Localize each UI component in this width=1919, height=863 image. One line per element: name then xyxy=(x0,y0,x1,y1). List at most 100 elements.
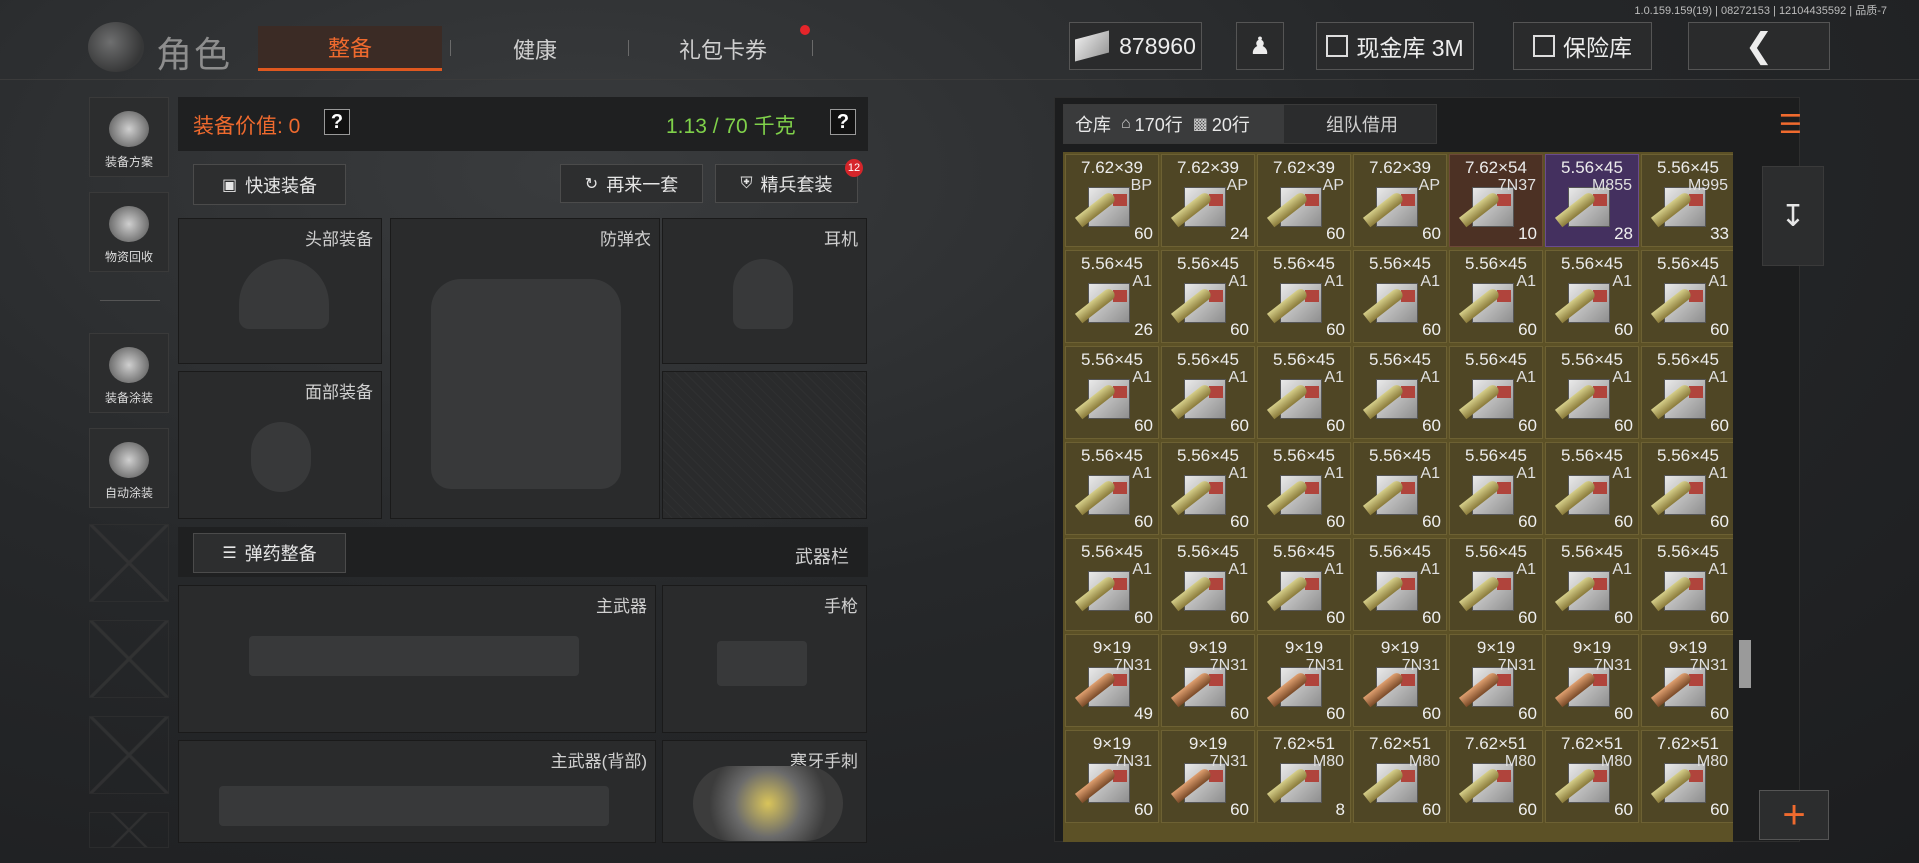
inventory-item[interactable]: 5.56×45 A1 60 xyxy=(1449,250,1543,343)
inventory-item[interactable]: 9×19 7N31 60 xyxy=(1257,634,1351,727)
primary-weapon-slot[interactable]: 主武器 xyxy=(178,585,656,733)
armor-slot[interactable]: 防弹衣 xyxy=(390,218,660,519)
melee-slot[interactable]: 寒牙手刺 xyxy=(662,740,867,843)
ammo-type: A1 xyxy=(1516,369,1536,386)
inventory-item[interactable]: 5.56×45 A1 60 xyxy=(1161,346,1255,439)
inventory-item[interactable]: 7.62×51 M80 60 xyxy=(1641,730,1733,823)
inventory-item[interactable]: 5.56×45 A1 60 xyxy=(1065,538,1159,631)
tab-health[interactable]: 健康 xyxy=(460,26,610,71)
again-label: 再来一套 xyxy=(606,174,679,195)
head-gear-slot[interactable]: 头部装备 xyxy=(178,218,382,364)
sort-stack-icon[interactable]: ☰ xyxy=(1762,100,1819,148)
inventory-item[interactable]: 9×19 7N31 60 xyxy=(1065,730,1159,823)
quick-equip-label: 快速装备 xyxy=(245,175,318,196)
ammo-count: 60 xyxy=(1422,320,1441,339)
equipment-value: 装备价值: 0 xyxy=(193,115,301,138)
back-button[interactable]: ❮ xyxy=(1688,22,1830,70)
ammo-caliber: 5.56×45 xyxy=(1657,542,1719,561)
inventory-item[interactable]: 7.62×51 M80 60 xyxy=(1353,730,1447,823)
vest-silhouette-icon xyxy=(431,279,621,489)
inventory-item[interactable]: 5.56×45 A1 60 xyxy=(1353,538,1447,631)
inventory-item[interactable]: 5.56×45 A1 60 xyxy=(1161,442,1255,535)
inventory-item[interactable]: 5.56×45 A1 60 xyxy=(1353,346,1447,439)
inventory-item[interactable]: 5.56×45 A1 60 xyxy=(1641,346,1733,439)
inventory-item[interactable]: 5.56×45 A1 60 xyxy=(1353,442,1447,535)
inventory-item[interactable]: 9×19 7N31 60 xyxy=(1353,634,1447,727)
money-display[interactable]: 878960 xyxy=(1069,22,1202,70)
inventory-item[interactable]: 9×19 7N31 60 xyxy=(1641,634,1733,727)
headset-slot[interactable]: 耳机 xyxy=(662,218,867,364)
cash-vault-button[interactable]: 现金库 3M xyxy=(1316,22,1474,70)
trader-button[interactable]: ♟ xyxy=(1236,22,1284,70)
inventory-item[interactable]: 7.62×39 BP 60 xyxy=(1065,154,1159,247)
tab-storage[interactable]: 仓库 ⌂ 170行 ▩ 20行 xyxy=(1064,105,1284,143)
inventory-item[interactable]: 5.56×45 A1 60 xyxy=(1545,346,1639,439)
inventory-item[interactable]: 5.56×45 A1 60 xyxy=(1545,538,1639,631)
inventory-item[interactable]: 5.56×45 M995 33 xyxy=(1641,154,1733,247)
inventory-item[interactable]: 9×19 7N31 60 xyxy=(1161,634,1255,727)
inventory-item[interactable]: 9×19 7N31 60 xyxy=(1545,634,1639,727)
inventory-item[interactable]: 5.56×45 A1 60 xyxy=(1641,442,1733,535)
inventory-item[interactable]: 5.56×45 A1 60 xyxy=(1545,250,1639,343)
face-gear-slot[interactable]: 面部装备 xyxy=(178,371,382,519)
ammo-caliber: 5.56×45 xyxy=(1561,542,1623,561)
inventory-item[interactable]: 5.56×45 A1 60 xyxy=(1353,250,1447,343)
inventory-item[interactable]: 7.62×54 7N37 10 xyxy=(1449,154,1543,247)
sidebar-item-gear-paint[interactable]: 装备涂装 xyxy=(89,333,169,413)
ammo-type: 7N31 xyxy=(1593,657,1632,674)
ammo-count: 60 xyxy=(1518,416,1537,435)
safe-button[interactable]: 保险库 xyxy=(1513,22,1652,70)
inventory-item[interactable]: 5.56×45 A1 60 xyxy=(1161,538,1255,631)
help-icon[interactable]: ? xyxy=(830,109,856,135)
inventory-item[interactable]: 7.62×39 AP 24 xyxy=(1161,154,1255,247)
inventory-item[interactable]: 7.62×39 AP 60 xyxy=(1353,154,1447,247)
inventory-item[interactable]: 5.56×45 A1 60 xyxy=(1641,250,1733,343)
inventory-item[interactable]: 7.62×51 M80 8 xyxy=(1257,730,1351,823)
ammo-type: M80 xyxy=(1312,753,1344,770)
inventory-item[interactable]: 5.56×45 A1 60 xyxy=(1065,442,1159,535)
elite-set-button[interactable]: ⛨ 精兵套装 xyxy=(715,164,858,203)
add-button[interactable]: + xyxy=(1759,790,1829,840)
inventory-scrollbar[interactable] xyxy=(1739,640,1751,688)
back-weapon-slot[interactable]: 主武器(背部) xyxy=(178,740,656,843)
pistol-slot[interactable]: 手枪 xyxy=(662,585,867,733)
sidebar-item-auto-paint[interactable]: 自动涂装 xyxy=(89,428,169,508)
ammo-count: 60 xyxy=(1614,416,1633,435)
inventory-item[interactable]: 5.56×45 A1 60 xyxy=(1449,346,1543,439)
inventory-item[interactable]: 5.56×45 A1 26 xyxy=(1065,250,1159,343)
inventory-item[interactable]: 5.56×45 A1 60 xyxy=(1545,442,1639,535)
inventory-item[interactable]: 5.56×45 A1 60 xyxy=(1161,250,1255,343)
ammo-loadout-button[interactable]: ☰ 弹药整备 xyxy=(193,533,346,573)
ammo-caliber: 5.56×45 xyxy=(1081,350,1143,369)
help-icon[interactable]: ? xyxy=(324,109,350,135)
ammo-loadout-label: 弹药整备 xyxy=(244,544,317,564)
inventory-item[interactable]: 9×19 7N31 60 xyxy=(1161,730,1255,823)
sidebar-item-recycle[interactable]: 物资回收 xyxy=(89,192,169,272)
inventory-item[interactable]: 5.56×45 A1 60 xyxy=(1449,538,1543,631)
inventory-item[interactable]: 7.62×51 M80 60 xyxy=(1449,730,1543,823)
storage-rows-extra: 20行 xyxy=(1211,115,1250,135)
inventory-item[interactable]: 5.56×45 M855 28 xyxy=(1545,154,1639,247)
ammo-caliber: 7.62×39 xyxy=(1273,158,1335,177)
inventory-item[interactable]: 5.56×45 A1 60 xyxy=(1257,442,1351,535)
inventory-item[interactable]: 5.56×45 A1 60 xyxy=(1257,538,1351,631)
tab-gift-vouchers[interactable]: 礼包卡券 xyxy=(628,26,818,71)
ammo-type: A1 xyxy=(1516,561,1536,578)
quick-equip-button[interactable]: ▣ 快速装备 xyxy=(193,164,346,205)
tab-gear[interactable]: 整备 xyxy=(258,26,442,71)
tab-team-borrow[interactable]: 组队借用 xyxy=(1288,105,1436,143)
inventory-item[interactable]: 5.56×45 A1 60 xyxy=(1449,442,1543,535)
inventory-item[interactable]: 9×19 7N31 49 xyxy=(1065,634,1159,727)
inventory-item[interactable]: 7.62×39 AP 60 xyxy=(1257,154,1351,247)
import-layers-button[interactable]: ↧ xyxy=(1762,166,1824,266)
inventory-item[interactable]: 5.56×45 A1 60 xyxy=(1257,346,1351,439)
ammo-count: 60 xyxy=(1326,224,1345,243)
inventory-item[interactable]: 5.56×45 A1 60 xyxy=(1065,346,1159,439)
inventory-item[interactable]: 9×19 7N31 60 xyxy=(1449,634,1543,727)
inventory-item[interactable]: 5.56×45 A1 60 xyxy=(1641,538,1733,631)
inventory-item[interactable]: 7.62×51 M80 60 xyxy=(1545,730,1639,823)
elite-set-label: 精兵套装 xyxy=(760,174,833,195)
sidebar-item-gear-plan[interactable]: 装备方案 xyxy=(89,97,169,177)
inventory-item[interactable]: 5.56×45 A1 60 xyxy=(1257,250,1351,343)
again-button[interactable]: ↻ 再来一套 xyxy=(560,164,703,203)
